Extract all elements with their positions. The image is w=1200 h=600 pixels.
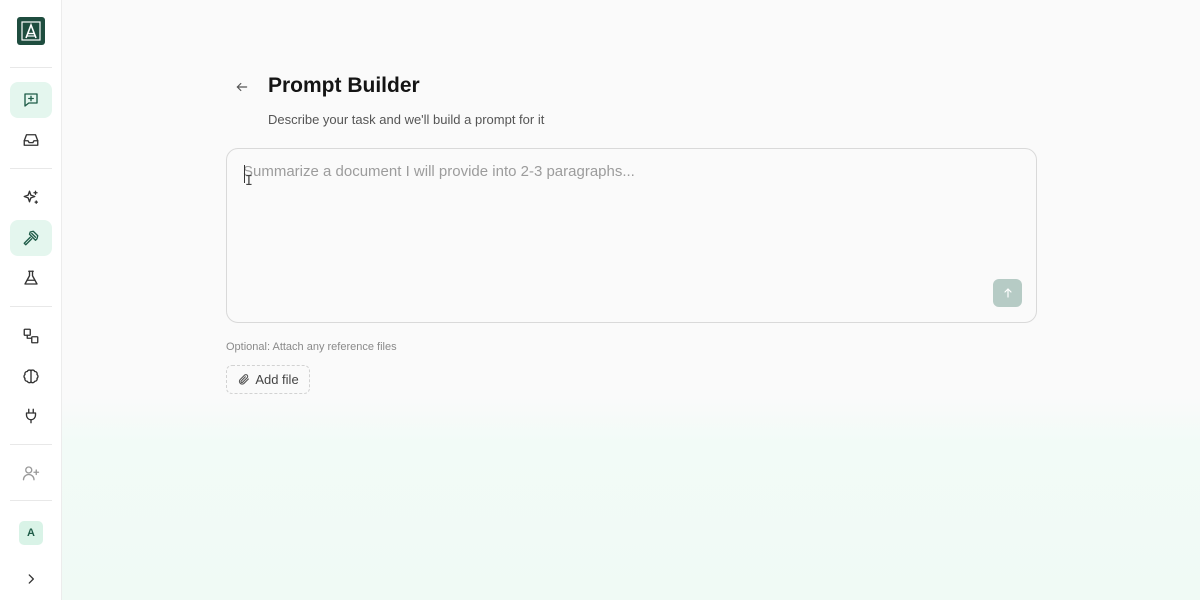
sidebar-divider [10, 444, 52, 445]
chevron-right-icon [28, 574, 34, 584]
brain-icon [23, 369, 39, 384]
sidebar-item-workflows[interactable] [10, 318, 52, 354]
plug-icon [25, 408, 37, 424]
add-file-button[interactable]: Add file [226, 365, 310, 394]
sidebar-divider [10, 500, 52, 501]
sidebar-item-knowledge[interactable] [10, 358, 52, 394]
back-button[interactable] [231, 76, 253, 98]
logo-icon [21, 21, 41, 41]
shapes-icon [23, 328, 39, 344]
flask-icon [24, 270, 38, 285]
task-description-input[interactable] [243, 163, 1013, 283]
sidebar-divider [10, 67, 52, 68]
page-title: Prompt Builder [268, 74, 420, 97]
paperclip-icon [239, 374, 250, 385]
add-file-label: Add file [255, 372, 299, 387]
sidebar-divider [10, 306, 52, 307]
sidebar-item-prompt-builder[interactable] [10, 220, 52, 256]
user-plus-icon [22, 466, 40, 481]
sidebar: A [0, 0, 62, 600]
sidebar-expand-button[interactable] [10, 561, 52, 597]
submit-button[interactable] [993, 279, 1022, 307]
sidebar-divider [10, 168, 52, 169]
sidebar-item-generate[interactable] [10, 180, 52, 216]
avatar[interactable]: A [19, 521, 43, 545]
message-plus-icon [24, 93, 38, 107]
mouse-cursor-icon: I [245, 174, 253, 189]
app-logo[interactable] [17, 17, 45, 45]
sidebar-item-invite[interactable] [10, 455, 52, 491]
main-content: Prompt Builder Describe your task and we… [0, 0, 1200, 600]
sidebar-item-evaluate[interactable] [10, 260, 52, 296]
hammer-icon [23, 230, 39, 246]
arrow-left-icon [236, 82, 248, 92]
sparkles-icon [23, 190, 39, 204]
inbox-icon [23, 134, 39, 146]
arrow-up-icon [1003, 288, 1012, 298]
page-subtitle: Describe your task and we'll build a pro… [268, 112, 545, 127]
sidebar-item-integrations[interactable] [10, 398, 52, 434]
sidebar-item-inbox[interactable] [10, 122, 52, 158]
sidebar-item-new-chat[interactable] [10, 82, 52, 118]
prompt-box: I [226, 148, 1037, 323]
attach-hint: Optional: Attach any reference files [226, 341, 397, 353]
